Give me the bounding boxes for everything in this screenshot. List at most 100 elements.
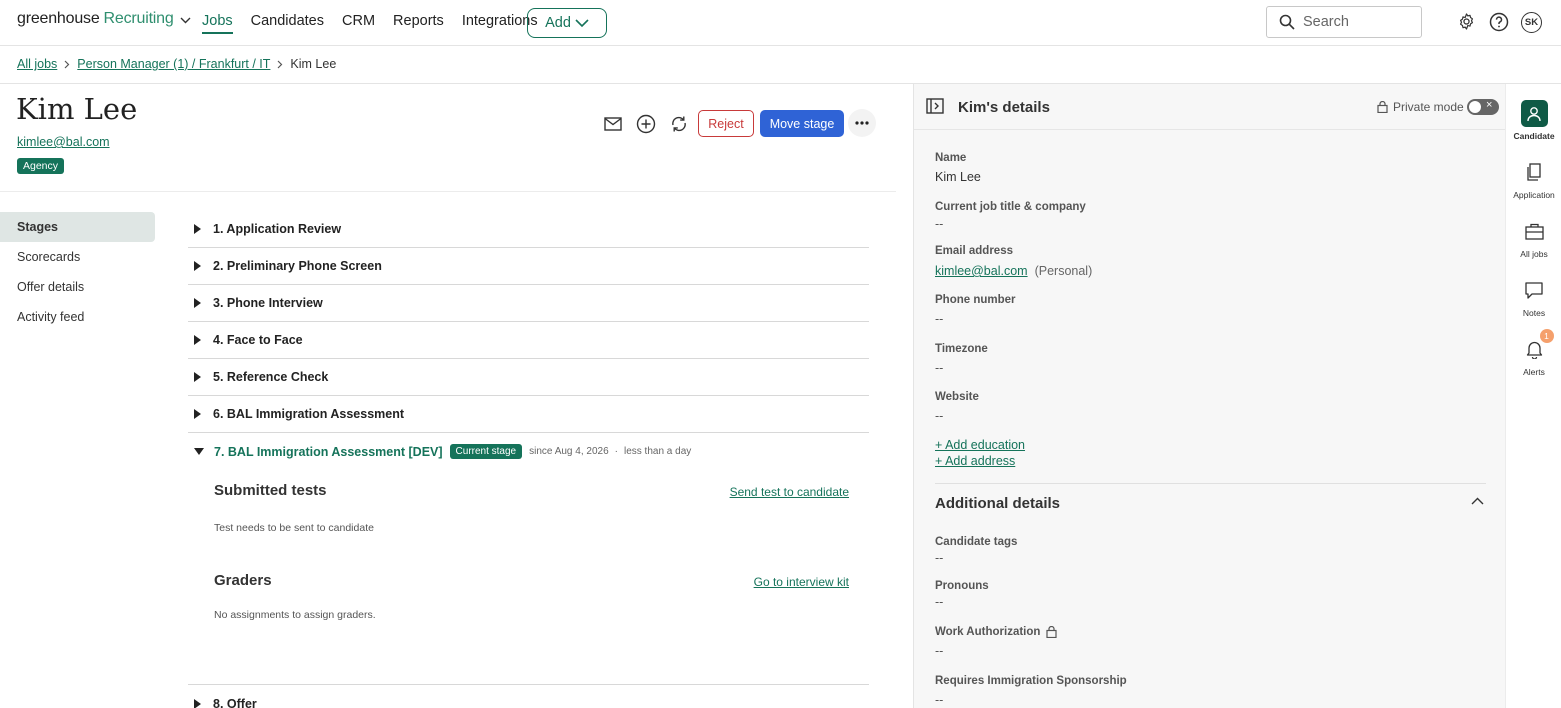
add-circle-icon[interactable] xyxy=(633,111,659,137)
collapse-panel-icon[interactable] xyxy=(926,98,944,114)
nav-candidates[interactable]: Candidates xyxy=(251,13,324,34)
stage-row[interactable]: 5. Reference Check xyxy=(188,359,869,396)
stage-label: 4. Face to Face xyxy=(213,333,303,347)
stage-label: 5. Reference Check xyxy=(213,370,329,384)
current-stage-badge: Current stage xyxy=(449,444,523,459)
stage-row[interactable]: 8. Offer xyxy=(188,685,869,708)
stage-row[interactable]: 4. Face to Face xyxy=(188,322,869,359)
timezone-value: -- xyxy=(935,361,944,375)
rail-application[interactable]: Application xyxy=(1506,159,1561,200)
breadcrumb-job[interactable]: Person Manager (1) / Frankfurt / IT xyxy=(77,57,270,71)
transfer-icon[interactable] xyxy=(666,111,692,137)
submitted-tests-title: Submitted tests xyxy=(214,482,327,499)
rail-alerts[interactable]: 1 Alerts xyxy=(1506,329,1561,377)
lock-icon xyxy=(1377,101,1388,113)
avatar[interactable]: SK xyxy=(1521,12,1542,33)
details-panel: Kim's details Private mode × Name Kim Le… xyxy=(913,84,1505,708)
interview-kit-link[interactable]: Go to interview kit xyxy=(754,575,849,589)
stage-row[interactable]: 3. Phone Interview xyxy=(188,285,869,322)
chevron-down-icon xyxy=(575,18,589,28)
stage-row[interactable]: 6. BAL Immigration Assessment xyxy=(188,396,869,433)
breadcrumb-all-jobs[interactable]: All jobs xyxy=(17,57,57,71)
email-label: Email address xyxy=(935,245,1013,257)
lock-icon xyxy=(1046,626,1058,638)
website-value: -- xyxy=(935,409,944,423)
email-value: kimlee@bal.com (Personal) xyxy=(935,264,1092,278)
rail-notes[interactable]: Notes xyxy=(1506,277,1561,318)
toggle-knob xyxy=(1469,101,1481,113)
expand-triangle-icon xyxy=(194,409,201,419)
section-nav-scorecards[interactable]: Scorecards xyxy=(0,242,155,272)
job-title-label: Current job title & company xyxy=(935,201,1086,213)
stage-since: since Aug 4, 2026 xyxy=(529,446,609,457)
timezone-label: Timezone xyxy=(935,343,988,355)
name-value: Kim Lee xyxy=(935,170,981,184)
email-type: (Personal) xyxy=(1034,264,1093,278)
breadcrumb-current: Kim Lee xyxy=(290,57,337,71)
send-test-link[interactable]: Send test to candidate xyxy=(730,485,849,499)
private-mode-text: Private mode xyxy=(1393,100,1464,114)
stages-list: 1. Application Review 2. Preliminary Pho… xyxy=(188,211,869,708)
close-icon: × xyxy=(1486,99,1493,111)
nav-jobs[interactable]: Jobs xyxy=(202,13,233,34)
divider xyxy=(0,191,896,192)
add-education-link[interactable]: + Add education xyxy=(935,438,1025,452)
details-panel-header: Kim's details Private mode × xyxy=(914,84,1505,130)
rail-candidate[interactable]: Candidate xyxy=(1506,100,1561,141)
section-nav-activity-feed[interactable]: Activity feed xyxy=(0,302,155,332)
stage-label: 2. Preliminary Phone Screen xyxy=(213,259,382,273)
graders-note: No assignments to assign graders. xyxy=(214,609,376,621)
private-mode-toggle[interactable]: × xyxy=(1467,99,1499,115)
more-options-icon[interactable] xyxy=(848,109,876,137)
stage-row[interactable]: 1. Application Review xyxy=(188,211,869,248)
rail-label: Notes xyxy=(1522,308,1546,318)
chevron-down-icon[interactable] xyxy=(180,17,191,24)
stage-label: 6. BAL Immigration Assessment xyxy=(213,407,405,421)
search-icon xyxy=(1279,14,1295,30)
website-label: Website xyxy=(935,391,979,403)
move-stage-button[interactable]: Move stage xyxy=(760,110,844,137)
search-input[interactable]: Search xyxy=(1266,6,1422,38)
rail-label: Alerts xyxy=(1523,367,1545,377)
expand-triangle-icon xyxy=(194,698,201,708)
expand-triangle-icon xyxy=(194,298,201,308)
stage-row[interactable]: 2. Preliminary Phone Screen xyxy=(188,248,869,285)
chevron-up-icon[interactable] xyxy=(1471,497,1484,505)
rail-all-jobs[interactable]: All jobs xyxy=(1506,218,1561,259)
gear-icon[interactable] xyxy=(1457,12,1476,31)
nav-crm[interactable]: CRM xyxy=(342,13,375,34)
expand-triangle-icon xyxy=(194,261,201,271)
section-nav-offer-details[interactable]: Offer details xyxy=(0,272,155,302)
section-nav-stages[interactable]: Stages xyxy=(0,212,155,242)
breadcrumb: All jobs Person Manager (1) / Frankfurt … xyxy=(17,57,336,71)
email-icon[interactable] xyxy=(600,111,626,137)
candidate-tags-value: -- xyxy=(935,551,944,565)
help-icon[interactable] xyxy=(1489,12,1509,32)
work-authorization-label: Work Authorization xyxy=(935,626,1058,638)
comment-icon xyxy=(1521,277,1548,304)
logo-text: greenhouse xyxy=(17,10,100,27)
stage-label: 8. Offer xyxy=(213,696,257,708)
nav-reports[interactable]: Reports xyxy=(393,13,444,34)
add-button-label: Add xyxy=(545,15,571,31)
greenhouse-logo[interactable]: greenhouse Recruiting xyxy=(17,10,191,28)
logo-product: Recruiting xyxy=(103,10,174,27)
expand-triangle-icon xyxy=(194,372,201,382)
add-button[interactable]: Add xyxy=(527,8,607,38)
right-rail: Candidate Application All jobs Notes 1 A… xyxy=(1505,84,1561,708)
section-nav: Stages Scorecards Offer details Activity… xyxy=(0,212,155,332)
candidate-tags-label: Candidate tags xyxy=(935,536,1018,548)
graders-title: Graders xyxy=(214,572,272,589)
search-placeholder: Search xyxy=(1303,14,1349,30)
stage-label: 7. BAL Immigration Assessment [DEV] xyxy=(214,444,443,459)
email-link[interactable]: kimlee@bal.com xyxy=(935,264,1028,278)
reject-button[interactable]: Reject xyxy=(698,110,754,137)
separator-dot: · xyxy=(614,446,618,457)
phone-value: -- xyxy=(935,312,944,326)
add-address-link[interactable]: + Add address xyxy=(935,454,1015,468)
main-nav-links: Jobs Candidates CRM Reports Integrations xyxy=(202,13,556,34)
candidate-name: Kim Lee xyxy=(16,92,138,126)
current-stage-row[interactable]: 7. BAL Immigration Assessment [DEV] Curr… xyxy=(188,433,869,470)
collapse-triangle-icon xyxy=(194,448,204,455)
candidate-email-link[interactable]: kimlee@bal.com xyxy=(17,135,110,149)
